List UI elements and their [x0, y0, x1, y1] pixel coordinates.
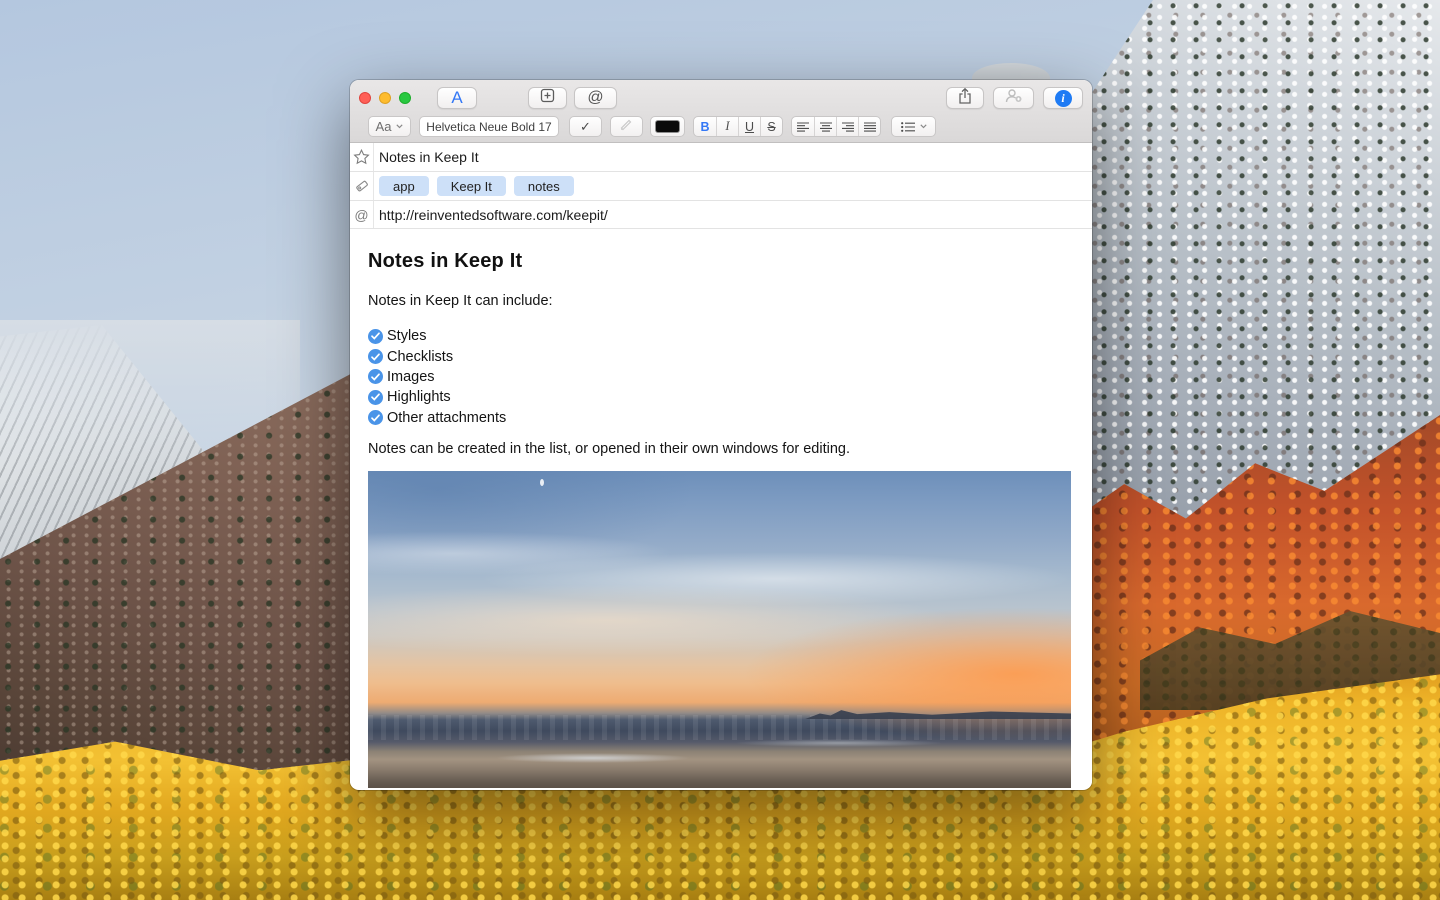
highlight-button[interactable] [610, 116, 643, 137]
traffic-lights [359, 92, 411, 104]
photo-beach-pool [734, 739, 945, 747]
window-chrome: A @ [350, 80, 1092, 143]
titlebar-right-group: i [946, 87, 1083, 109]
add-link-button[interactable]: @ [574, 87, 617, 109]
align-left-icon [797, 122, 809, 132]
note-heading: Notes in Keep It [368, 250, 1072, 273]
align-right-icon [842, 122, 854, 132]
note-url-value: http://reinventedsoftware.com/keepit/ [379, 207, 608, 223]
share-button[interactable] [946, 87, 984, 109]
sunset-beach-photo-attachment[interactable] [368, 471, 1071, 788]
tag-icon [350, 172, 374, 200]
checkmark-icon: ✓ [580, 119, 591, 135]
checklist-item-label: Checklists [387, 349, 453, 365]
italic-button[interactable]: I [716, 117, 738, 136]
tag-pill[interactable]: app [379, 176, 429, 196]
checklist-item: Other attachments [368, 408, 1072, 428]
format-style-button[interactable]: A [437, 87, 477, 109]
tag-pill[interactable]: notes [514, 176, 574, 196]
info-button[interactable]: i [1043, 87, 1083, 109]
checklist-item: Images [368, 367, 1072, 387]
photo-headland [804, 706, 1071, 719]
checklist-item-label: Highlights [387, 389, 451, 405]
chevron-down-icon [920, 124, 927, 129]
at-icon: @ [350, 201, 374, 228]
font-name-field[interactable]: Helvetica Neue Bold 17 [419, 116, 559, 137]
text-styles-button[interactable]: Aa [368, 116, 411, 137]
strikethrough-button[interactable]: S [760, 117, 782, 136]
checklist-item-label: Other attachments [387, 410, 506, 426]
note-tags-row: app Keep It notes [350, 172, 1092, 201]
note-title-value: Notes in Keep It [379, 149, 479, 165]
checked-checkbox-icon[interactable] [368, 410, 383, 425]
minimize-button[interactable] [379, 92, 391, 104]
note-paragraph: Notes can be created in the list, or ope… [368, 441, 1072, 457]
favorite-star-icon[interactable] [350, 143, 374, 171]
note-tags-field[interactable]: app Keep It notes [374, 172, 1092, 200]
note-intro-text: Notes in Keep It can include: [368, 293, 1072, 309]
window-titlebar[interactable]: A @ [350, 80, 1092, 116]
checklist-item: Highlights [368, 387, 1072, 407]
add-person-button[interactable] [993, 87, 1034, 109]
format-bar: Aa Helvetica Neue Bold 17 ✓ [350, 116, 1092, 142]
note-title-field[interactable]: Notes in Keep It [374, 143, 1092, 171]
new-note-button[interactable] [528, 87, 567, 109]
checklist-button[interactable]: ✓ [569, 116, 602, 137]
checklist-item: Checklists [368, 346, 1072, 366]
checklist-item: Styles [368, 326, 1072, 346]
align-right-button[interactable] [836, 117, 858, 136]
chevron-down-icon [396, 124, 403, 129]
share-icon [958, 88, 972, 109]
plus-box-icon [540, 88, 555, 108]
photo-beach-pool [495, 753, 692, 763]
tag-pill[interactable]: Keep It [437, 176, 506, 196]
align-justify-icon [864, 122, 876, 132]
text-style-segment: B I U S [693, 116, 783, 137]
photo-moon [540, 479, 544, 486]
note-editor[interactable]: Notes in Keep It Notes in Keep It can in… [350, 229, 1092, 788]
checked-checkbox-icon[interactable] [368, 390, 383, 405]
font-name-value: Helvetica Neue Bold 17 [426, 120, 551, 134]
info-icon: i [1055, 90, 1072, 107]
note-url-field[interactable]: http://reinventedsoftware.com/keepit/ [374, 201, 1092, 228]
note-checklist: Styles Checklists Images Highlights Othe… [368, 326, 1072, 428]
text-styles-label: Aa [376, 119, 392, 134]
list-style-button[interactable] [891, 116, 936, 137]
pencil-icon [620, 118, 633, 136]
text-color-button[interactable] [650, 116, 685, 137]
person-add-icon [1004, 88, 1023, 108]
underline-button[interactable]: U [738, 117, 760, 136]
bullet-list-icon [901, 122, 915, 132]
note-url-row: @ http://reinventedsoftware.com/keepit/ [350, 201, 1092, 229]
checklist-item-label: Images [387, 369, 435, 385]
checked-checkbox-icon[interactable] [368, 369, 383, 384]
align-left-button[interactable] [792, 117, 814, 136]
align-center-button[interactable] [814, 117, 836, 136]
color-swatch-black [655, 120, 680, 133]
align-center-icon [820, 122, 832, 132]
checked-checkbox-icon[interactable] [368, 349, 383, 364]
close-button[interactable] [359, 92, 371, 104]
at-icon: @ [587, 89, 603, 107]
zoom-button[interactable] [399, 92, 411, 104]
checked-checkbox-icon[interactable] [368, 329, 383, 344]
alignment-segment [791, 116, 881, 137]
keepit-note-window: A @ [350, 80, 1092, 790]
format-style-label: A [451, 88, 462, 108]
note-title-row: Notes in Keep It [350, 143, 1092, 172]
bold-button[interactable]: B [694, 117, 716, 136]
align-justify-button[interactable] [858, 117, 880, 136]
desktop[interactable]: A @ [0, 0, 1440, 900]
checklist-item-label: Styles [387, 328, 427, 344]
